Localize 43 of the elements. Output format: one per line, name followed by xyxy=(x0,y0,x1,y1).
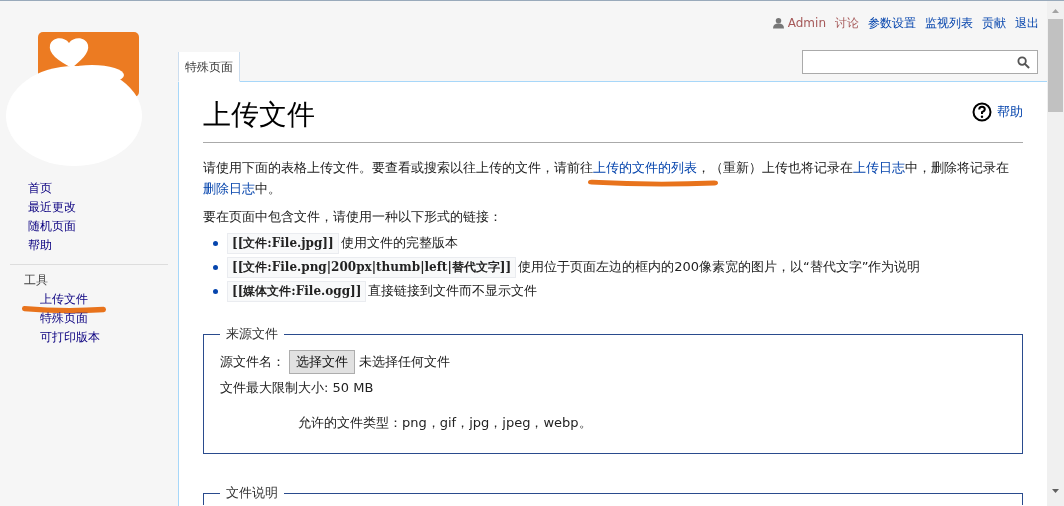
help-icon xyxy=(972,102,992,122)
user-link[interactable]: 监视列表 xyxy=(925,14,973,32)
link[interactable]: 删除日志 xyxy=(203,181,255,196)
user-link[interactable]: 参数设置 xyxy=(868,14,916,32)
sidebar-link[interactable]: 最近更改 xyxy=(28,200,76,214)
link[interactable]: 上传日志 xyxy=(853,160,905,175)
bullet xyxy=(213,264,218,270)
intro-paragraph: 请使用下面的表格上传文件。要查看或搜索以往上传的文件，请前往上传的文件的列表，（重新）上传也将记录在上传日志中，删除将记录在 删除日志中。 xyxy=(203,159,1010,198)
sidebar-link[interactable]: 帮助 xyxy=(28,238,52,252)
page-title: 上传文件 xyxy=(203,97,315,133)
user-link[interactable]: 贡献 xyxy=(982,14,1006,32)
code-snippet: [[文件:File.png|200px|thumb|left|替代文字]] xyxy=(227,256,517,278)
field-label: 源文件名： xyxy=(220,353,285,371)
sidebar-link[interactable]: 特殊页面 xyxy=(40,311,88,325)
code-snippet: [[媒体文件:File.ogg]] xyxy=(227,280,367,302)
link[interactable]: 上传的文件的列表 xyxy=(593,160,697,175)
description-text: 使用文件的完整版本 xyxy=(340,234,458,252)
section-legend: 来源文件 xyxy=(220,325,284,343)
instruction-text: 要在页面中包含文件，请使用一种以下形式的链接： xyxy=(203,208,503,226)
file-status: 未选择任何文件 xyxy=(359,353,450,371)
user-link[interactable]: Admin xyxy=(787,16,826,30)
user-link[interactable]: 讨论 xyxy=(835,14,859,32)
description-text: 使用位于页面左边的框内的200像素宽的图片，以“替代文字”作为说明 xyxy=(518,258,921,276)
size-limit-text: 文件最大限制大小: 50 MB xyxy=(220,379,375,397)
bullet xyxy=(213,240,218,246)
allowed-types-text: 允许的文件类型：png，gif，jpg，jpeg，webp。 xyxy=(297,414,593,432)
sidebar-link[interactable]: 可打印版本 xyxy=(40,330,100,344)
sidebar-link[interactable]: 上传文件 xyxy=(40,292,88,306)
tab[interactable]: 特殊页面 xyxy=(178,52,240,82)
search-icon[interactable] xyxy=(1017,55,1030,69)
description-text: 直接链接到文件而不显示文件 xyxy=(368,282,538,300)
code-snippet: [[文件:File.jpg]] xyxy=(227,232,339,254)
sidebar-link[interactable]: 首页 xyxy=(28,181,52,195)
sidebar-link[interactable]: 随机页面 xyxy=(28,219,76,233)
section-legend: 文件说明 xyxy=(220,484,284,502)
sidebar-heading: 工具 xyxy=(10,264,168,289)
bullet xyxy=(213,288,218,294)
search-field[interactable] xyxy=(802,50,1038,74)
help-link[interactable]: 帮助 xyxy=(972,102,1023,122)
user-icon xyxy=(772,17,784,29)
choose-file-button[interactable]: 选择文件 xyxy=(289,350,355,374)
user-link[interactable]: 退出 xyxy=(1015,14,1039,32)
scrollbar-drawing[interactable] xyxy=(1047,1,1064,506)
